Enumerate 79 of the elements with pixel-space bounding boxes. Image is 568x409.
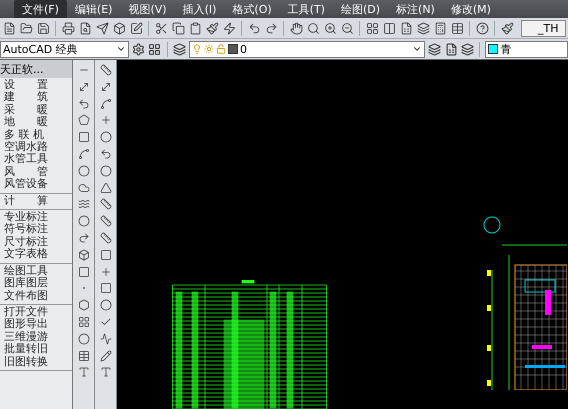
circle-icon[interactable] (78, 164, 90, 177)
paste-icon[interactable] (188, 21, 202, 35)
sidebar-item[interactable]: 三维漫游 (4, 330, 72, 344)
sidebar-item[interactable]: 地 暖 (4, 116, 72, 129)
sidebar-item[interactable]: 文字表格 (4, 248, 72, 261)
curve-icon[interactable] (78, 98, 90, 110)
layer-swatch-icon (228, 44, 238, 54)
gear-icon[interactable] (132, 42, 146, 56)
new-file-icon[interactable] (2, 21, 16, 35)
color-dropdown[interactable]: 青 (485, 40, 568, 58)
sheet-icon[interactable] (399, 21, 413, 35)
cloud-icon[interactable] (78, 182, 90, 194)
cut-icon[interactable] (154, 21, 168, 35)
sidebar-item[interactable]: 建 筑 (4, 91, 72, 104)
sidebar-item[interactable]: 专业标注 (4, 211, 72, 224)
pentagon-icon[interactable] (78, 114, 90, 126)
lock-icon (216, 44, 226, 54)
linear-dimension-icon[interactable] (100, 64, 112, 76)
zoom-in-icon[interactable] (323, 21, 337, 35)
sidebar-item[interactable]: 打开文件 (4, 306, 72, 318)
sidebar-item[interactable]: 水管工具 (4, 153, 72, 166)
sidebar-item[interactable]: 尺寸标注 (4, 236, 72, 248)
aligned-dimension-icon[interactable] (100, 80, 112, 93)
sidebar-item[interactable]: 空调水路 (4, 141, 72, 154)
sidebar-item[interactable]: 风管设备 (4, 178, 72, 191)
edit-icon[interactable] (129, 21, 143, 35)
menu-item[interactable]: 文件(F) (14, 0, 67, 18)
sidebar-item[interactable]: 图库图层 (4, 277, 72, 290)
sidebar-item[interactable]: 文件布图 (4, 290, 72, 302)
copy-icon[interactable] (171, 21, 185, 35)
sidebar-item[interactable]: 旧图转换 (4, 356, 72, 368)
menu-item[interactable]: 标注(N) (388, 0, 443, 18)
table-icon[interactable] (450, 21, 464, 35)
sidebar-item[interactable]: 图形导出 (4, 318, 72, 331)
zoom-out-icon[interactable] (340, 21, 354, 35)
menu-item[interactable]: 插入(I) (174, 0, 224, 18)
menu-item[interactable]: 工具(T) (280, 0, 333, 18)
text-icon[interactable] (78, 366, 90, 378)
calculator-icon[interactable] (433, 21, 447, 35)
menu-item[interactable]: 修改(M) (442, 0, 499, 18)
text-style-field[interactable]: _TH (521, 20, 566, 36)
bulb-icon (192, 44, 202, 54)
menu-item[interactable]: 绘图(D) (332, 0, 388, 18)
menu-item[interactable]: 格式(O) (224, 0, 280, 18)
help-icon[interactable] (475, 21, 489, 35)
sun-icon (204, 44, 214, 54)
sidebar-item[interactable]: 风 管 (4, 166, 72, 178)
undo-icon[interactable] (247, 21, 261, 35)
lightning-icon[interactable] (222, 21, 236, 35)
search-icon[interactable] (306, 21, 320, 35)
menu-item[interactable]: 视图(V) (120, 0, 175, 18)
sidebar-item[interactable]: 设 置 (4, 79, 72, 92)
table-icon[interactable] (78, 350, 90, 362)
grid-icon[interactable] (365, 21, 379, 35)
arc-icon[interactable] (78, 148, 90, 160)
sidebar-item[interactable]: 计 算 (4, 194, 72, 208)
layer-dropdown[interactable]: 0 (188, 40, 426, 58)
brush-icon[interactable] (500, 21, 514, 35)
arc-length-icon[interactable] (100, 98, 112, 110)
sidebar-item[interactable]: 符号标注 (4, 223, 72, 236)
preview-icon[interactable] (78, 21, 92, 35)
workspace-dropdown[interactable]: AutoCAD 经典 (0, 40, 129, 58)
redo-icon[interactable] (264, 21, 278, 35)
box-icon[interactable] (112, 21, 126, 35)
save-icon[interactable] (36, 21, 50, 35)
sidebar-item[interactable]: 采 暖 (4, 104, 72, 116)
columns-icon[interactable] (382, 21, 396, 35)
diagonal-line-icon[interactable] (78, 80, 90, 93)
rectangle-icon[interactable] (78, 131, 90, 144)
sidebar-item[interactable]: 批量转旧 (4, 343, 72, 356)
sidebar-item[interactable]: 绘图工具 (4, 264, 72, 278)
open-folder-icon[interactable] (19, 21, 33, 35)
brush-icon[interactable] (205, 21, 219, 35)
sidebar-title: 天正软... (0, 60, 72, 78)
hand-icon[interactable] (289, 21, 303, 35)
sidebar-item[interactable]: 多 联 机 (4, 128, 72, 142)
menu-item[interactable]: 编辑(E) (66, 0, 120, 18)
print-icon[interactable] (61, 21, 75, 35)
grid-icon[interactable] (148, 42, 162, 56)
